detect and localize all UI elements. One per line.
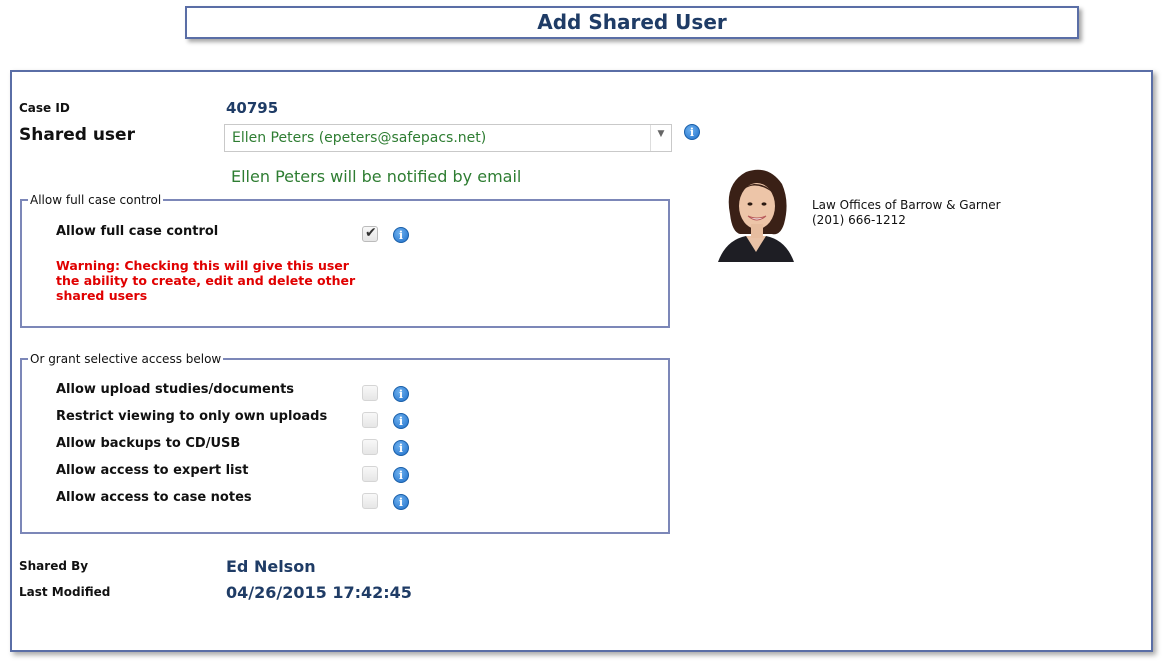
permission-label: Allow upload studies/documents <box>56 382 295 397</box>
page-title-box: Add Shared User <box>185 6 1079 39</box>
selective-access-group: Or grant selective access below Allow up… <box>20 352 670 534</box>
permission-label: Allow access to case notes <box>56 490 252 505</box>
notify-message: Ellen Peters will be notified by email <box>231 167 522 186</box>
contact-phone: (201) 666-1212 <box>812 213 906 227</box>
last-modified-label: Last Modified <box>19 585 111 599</box>
info-icon[interactable]: i <box>393 227 409 243</box>
shared-by-label: Shared By <box>19 559 89 573</box>
selective-access-legend: Or grant selective access below <box>30 352 222 366</box>
full-control-label: Allow full case control <box>56 224 219 239</box>
info-icon[interactable]: i <box>393 467 409 483</box>
shared-user-form: Case ID 40795 Shared user Ellen Peters (… <box>10 70 1153 652</box>
dropdown-arrow-icon[interactable]: ▼ <box>650 125 671 151</box>
info-icon[interactable]: i <box>393 413 409 429</box>
permission-label: Allow access to expert list <box>56 463 249 478</box>
shared-user-selected: Ellen Peters (epeters@safepacs.net) <box>232 130 487 146</box>
full-control-checkbox[interactable]: ✔ <box>362 225 378 242</box>
check-icon: ✔ <box>365 225 377 241</box>
permission-checkbox-backups[interactable] <box>362 439 378 455</box>
info-icon[interactable]: i <box>393 494 409 510</box>
last-modified-value: 04/26/2015 17:42:45 <box>226 583 412 602</box>
full-control-warning: Warning: Checking this will give this us… <box>56 258 356 303</box>
case-id-label: Case ID <box>19 101 70 115</box>
user-avatar <box>706 162 806 262</box>
contact-company: Law Offices of Barrow & Garner <box>812 198 1001 212</box>
full-control-legend: Allow full case control <box>30 193 162 207</box>
permission-checkbox-restrict-viewing[interactable] <box>362 412 378 428</box>
permission-label: Restrict viewing to only own uploads <box>56 409 328 424</box>
shared-user-label: Shared user <box>19 125 135 145</box>
full-control-group: Allow full case control Allow full case … <box>20 193 670 328</box>
info-icon[interactable]: i <box>393 386 409 402</box>
page-title: Add Shared User <box>537 10 727 34</box>
permission-label: Allow backups to CD/USB <box>56 436 241 451</box>
shared-by-value: Ed Nelson <box>226 557 316 576</box>
permission-checkbox-expert-list[interactable] <box>362 466 378 482</box>
shared-user-select[interactable]: Ellen Peters (epeters@safepacs.net) ▼ <box>224 124 672 152</box>
permission-checkbox-case-notes[interactable] <box>362 493 378 509</box>
info-icon[interactable]: i <box>393 440 409 456</box>
info-icon[interactable]: i <box>684 124 700 140</box>
permission-checkbox-upload[interactable] <box>362 385 378 401</box>
case-id-value: 40795 <box>226 99 279 117</box>
